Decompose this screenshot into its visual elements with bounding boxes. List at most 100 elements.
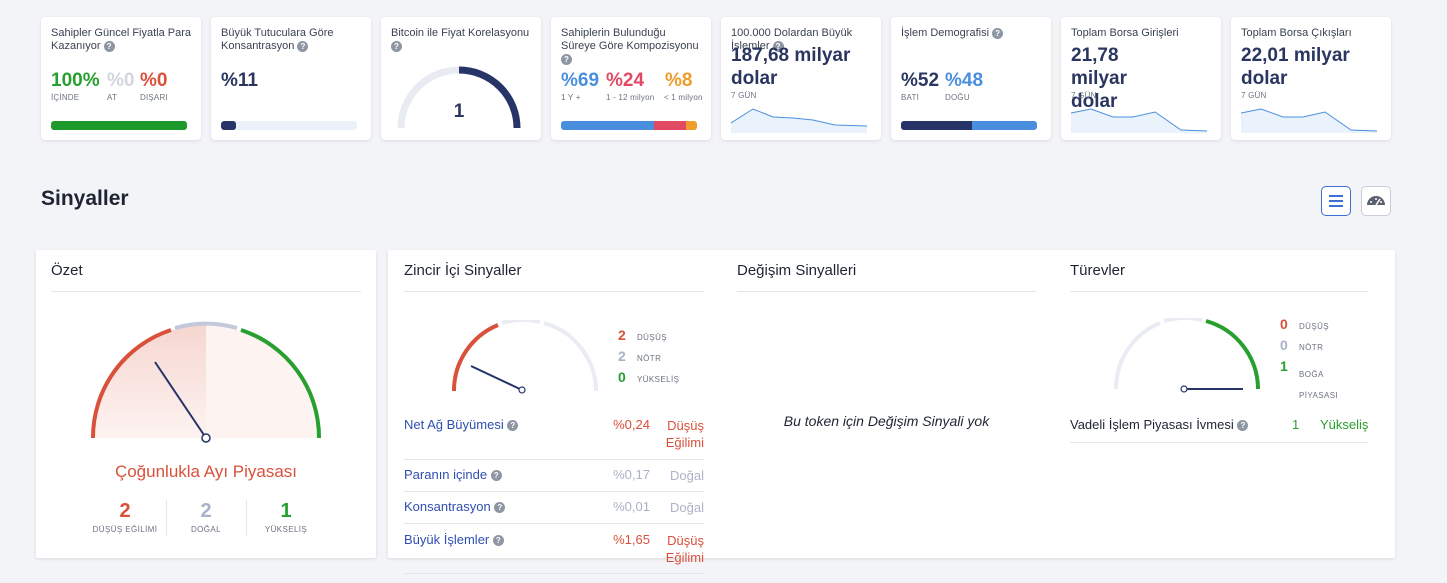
west-label: BATI bbox=[901, 93, 919, 102]
signal-result: Düşüş Eğilimi bbox=[665, 533, 704, 565]
period-label: 7 GÜN bbox=[731, 91, 757, 100]
help-icon[interactable]: ? bbox=[992, 27, 1004, 39]
card-title: Sahiplerin Bulunduğu Süreye Göre Kompozi… bbox=[561, 27, 699, 52]
signal-link[interactable]: Paranın içinde bbox=[404, 467, 487, 482]
help-icon[interactable]: ? bbox=[297, 40, 309, 52]
card-demographics: İşlem Demografisi ? %52 BATI %48 DOĞU bbox=[891, 17, 1051, 140]
bear-arc bbox=[451, 323, 499, 392]
signal-value: %1,65 bbox=[613, 532, 650, 547]
divider bbox=[1070, 291, 1368, 292]
onchain-gauge bbox=[451, 320, 598, 394]
bull-arc bbox=[1205, 319, 1260, 390]
bear-count: 2 bbox=[618, 327, 626, 343]
card-concentration: Büyük Tutuculara Göre Konsantrasyon ? %1… bbox=[211, 17, 371, 140]
signal-link[interactable]: Net Ağ Büyümesi bbox=[404, 417, 504, 432]
card-composition: Sahiplerin Bulunduğu Süreye Göre Kompozi… bbox=[551, 17, 711, 140]
bull-arc bbox=[543, 321, 598, 392]
bull-count: 1 bbox=[1280, 358, 1288, 374]
neutral-count: 0 bbox=[1280, 337, 1288, 353]
exchange-title: Değişim Sinyalleri bbox=[737, 262, 857, 279]
signal-result: Doğal bbox=[670, 500, 704, 515]
card-title: Toplam Borsa Girişleri bbox=[1071, 27, 1179, 39]
short-term-label: < 1 milyon bbox=[664, 93, 703, 102]
in-value: 100% bbox=[51, 70, 100, 91]
card-profit: Sahipler Güncel Fiyatla Para Kazanıyor ?… bbox=[41, 17, 201, 140]
derivatives-title: Türevler bbox=[1070, 262, 1126, 279]
neutral-arc bbox=[1163, 318, 1203, 323]
concentration-bar bbox=[221, 121, 357, 130]
west-fill bbox=[901, 121, 972, 130]
bear-label: DÜŞÜŞ bbox=[637, 333, 668, 342]
bear-arc bbox=[1113, 321, 1161, 390]
help-icon[interactable]: ? bbox=[490, 470, 502, 482]
summary-gauge bbox=[90, 321, 322, 443]
help-icon[interactable]: ? bbox=[494, 502, 506, 514]
neutral-arc bbox=[501, 320, 541, 325]
panel-title: Özet bbox=[51, 262, 83, 279]
help-icon[interactable]: ? bbox=[1237, 420, 1249, 432]
help-icon[interactable]: ? bbox=[507, 420, 519, 432]
profit-bar bbox=[51, 121, 187, 130]
summary-panel: Özet Çoğunlukla Ayı Piyasası 2 DÜŞÜŞ EĞİ… bbox=[36, 250, 376, 558]
bull-label: YÜKSELİŞ bbox=[264, 525, 308, 534]
mid-term-value: %24 bbox=[606, 70, 645, 91]
correlation-value: 1 bbox=[453, 101, 465, 122]
summary-verdict: Çoğunlukla Ayı Piyasası bbox=[114, 462, 298, 481]
signal-result: Doğal bbox=[670, 468, 704, 483]
divider bbox=[737, 291, 1036, 292]
inflows-sparkline bbox=[1071, 108, 1207, 133]
in-money-fill bbox=[51, 121, 187, 130]
east-value: %48 bbox=[945, 70, 984, 91]
long-term-fill bbox=[561, 121, 654, 130]
signal-link[interactable]: Vadeli İşlem Piyasası İvmesi bbox=[1070, 417, 1234, 432]
signal-value: %0,17 bbox=[613, 467, 650, 482]
west-value: %52 bbox=[901, 70, 940, 91]
help-icon[interactable]: ? bbox=[492, 535, 504, 547]
signals-panel: Zincir İçi Sinyaller 2 DÜŞÜŞ 2 NÖTR 0 YÜ… bbox=[388, 250, 1395, 565]
signal-link[interactable]: Büyük İşlemler bbox=[404, 532, 489, 547]
bull-label: BOĞA PİYASASI bbox=[1299, 370, 1339, 400]
at-value: %0 bbox=[107, 70, 135, 91]
demographics-bar bbox=[901, 121, 1037, 130]
signal-value: 1 bbox=[1292, 417, 1300, 432]
card-large-transactions: 100.000 Dolardan Büyük İşlemler ? 187,68… bbox=[721, 17, 881, 140]
signal-result: Yükseliş bbox=[1320, 417, 1369, 432]
bull-count: 0 bbox=[618, 369, 626, 385]
signal-link[interactable]: Konsantrasyon bbox=[404, 499, 491, 514]
short-term-fill bbox=[686, 121, 697, 130]
concentration-fill bbox=[221, 121, 236, 130]
section-title: Sinyaller bbox=[41, 187, 129, 210]
east-fill bbox=[971, 121, 1037, 130]
signal-value: %0,24 bbox=[613, 417, 650, 432]
outflows-value: 22,01 milyar dolar bbox=[1241, 45, 1350, 89]
card-title: İşlem Demografisi bbox=[901, 27, 990, 39]
concentration-value: %11 bbox=[221, 70, 258, 91]
out-value: %0 bbox=[140, 70, 168, 91]
bear-count: 2 bbox=[119, 500, 131, 522]
gauge-view-icon bbox=[1367, 196, 1385, 206]
divider bbox=[51, 291, 361, 292]
neutral-count: 2 bbox=[200, 500, 212, 522]
card-title: Sahipler Güncel Fiyatla Para Kazanıyor bbox=[51, 27, 192, 52]
long-term-label: 1 Y + bbox=[561, 93, 581, 102]
large-tx-value: 187,68 milyar dolar bbox=[731, 45, 851, 89]
gauge-needle bbox=[470, 365, 523, 391]
neutral-label: NÖTR bbox=[637, 354, 662, 363]
at-label: AT bbox=[107, 93, 118, 102]
neutral-count: 2 bbox=[618, 348, 626, 364]
bear-count: 0 bbox=[1280, 316, 1288, 332]
card-title: Toplam Borsa Çıkışları bbox=[1241, 27, 1352, 39]
neutral-label: DOĞAL bbox=[190, 525, 221, 534]
inflows-value: 21,78 milyar dolar bbox=[1071, 45, 1127, 112]
bull-count: 1 bbox=[280, 500, 292, 522]
help-icon[interactable]: ? bbox=[103, 40, 115, 52]
needle-pivot bbox=[518, 386, 526, 394]
exchange-empty-message: Bu token için Değişim Sinyali yok bbox=[783, 413, 990, 429]
list-view-button[interactable] bbox=[1321, 186, 1351, 216]
in-label: İÇİNDE bbox=[51, 93, 80, 102]
long-term-value: %69 bbox=[561, 70, 600, 91]
gauge-view-button[interactable] bbox=[1361, 186, 1391, 216]
large-tx-sparkline bbox=[731, 108, 867, 133]
help-icon[interactable]: ? bbox=[561, 53, 572, 65]
mid-term-fill bbox=[653, 121, 687, 130]
